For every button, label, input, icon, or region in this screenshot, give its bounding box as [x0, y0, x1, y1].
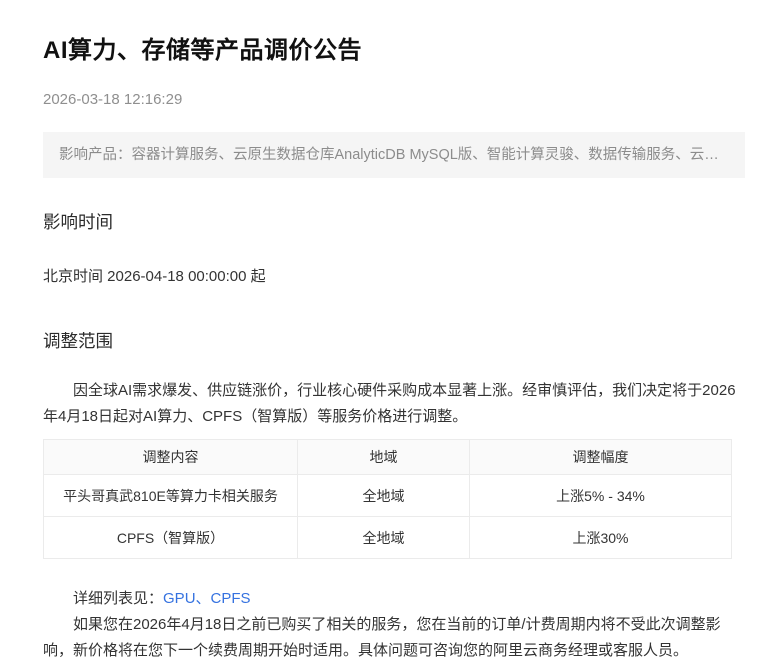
- gpu-detail-link[interactable]: GPU: [163, 590, 196, 607]
- table-header-range: 调整幅度: [470, 440, 732, 475]
- table-cell-range: 上涨5% - 34%: [470, 475, 732, 517]
- table-header-content: 调整内容: [44, 440, 298, 475]
- table-header-region: 地域: [298, 440, 470, 475]
- link-separator: 、: [196, 590, 211, 607]
- adjustment-intro-paragraph: 因全球AI需求爆发、供应链涨价，行业核心硬件采购成本显著上涨。经审慎评估，我们决…: [43, 378, 745, 430]
- table-row: CPFS（智算版） 全地域 上涨30%: [44, 517, 732, 559]
- table-header-row: 调整内容 地域 调整幅度: [44, 440, 732, 475]
- affected-products-banner: 影响产品：容器计算服务、云原生数据仓库AnalyticDB MySQL版、智能计…: [43, 132, 745, 178]
- impact-time-text: 北京时间 2026-04-18 00:00:00 起: [43, 265, 745, 286]
- table-cell-range: 上涨30%: [470, 517, 732, 559]
- cpfs-detail-link[interactable]: CPFS: [211, 590, 251, 607]
- publish-date: 2026-03-18 12:16:29: [43, 91, 745, 108]
- table-row: 平头哥真武810E等算力卡相关服务 全地域 上涨5% - 34%: [44, 475, 732, 517]
- section-heading-impact-time: 影响时间: [43, 209, 745, 234]
- detail-links-line: 详细列表见：GPU、CPFS: [43, 586, 745, 612]
- page-title: AI算力、存储等产品调价公告: [43, 30, 745, 65]
- table-cell-region: 全地域: [298, 517, 470, 559]
- table-cell-content: CPFS（智算版）: [44, 517, 298, 559]
- detail-links-prefix: 详细列表见：: [73, 590, 163, 607]
- section-heading-adjustment-scope: 调整范围: [43, 328, 745, 353]
- closing-text-block: 详细列表见：GPU、CPFS 如果您在2026年4月18日之前已购买了相关的服务…: [43, 586, 745, 658]
- table-cell-content: 平头哥真武810E等算力卡相关服务: [44, 475, 298, 517]
- table-cell-region: 全地域: [298, 475, 470, 517]
- announcement-page: AI算力、存储等产品调价公告 2026-03-18 12:16:29 影响产品：…: [0, 30, 774, 658]
- purchase-note-paragraph: 如果您在2026年4月18日之前已购买了相关的服务，您在当前的订单/计费周期内将…: [43, 612, 745, 658]
- price-adjustment-table: 调整内容 地域 调整幅度 平头哥真武810E等算力卡相关服务 全地域 上涨5% …: [43, 439, 732, 559]
